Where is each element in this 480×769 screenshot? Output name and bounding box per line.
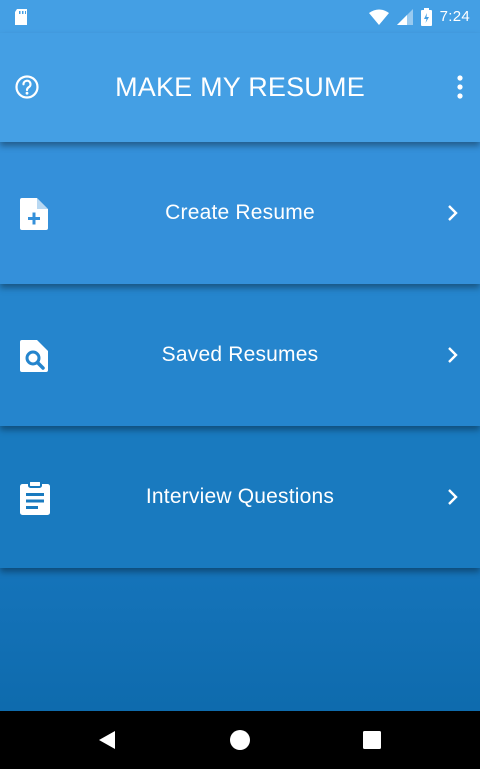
status-time: 7:24 xyxy=(439,8,470,25)
interview-questions-label: Interview Questions xyxy=(145,485,335,508)
saved-resumes-label: Saved Resumes xyxy=(161,343,319,366)
saved-resumes-item[interactable]: Saved Resumes xyxy=(0,284,480,426)
status-bar: 7:24 xyxy=(0,0,480,33)
main-menu: Create Resume Saved Resumes Interview Qu… xyxy=(0,142,480,568)
chevron-right-icon xyxy=(448,205,458,221)
chevron-right-icon xyxy=(448,489,458,505)
cell-signal-icon xyxy=(396,8,413,25)
back-icon[interactable] xyxy=(98,730,116,750)
chevron-right-icon xyxy=(448,347,458,363)
home-icon[interactable] xyxy=(229,729,251,751)
create-resume-label: Create Resume xyxy=(165,201,315,224)
search-document-icon xyxy=(20,340,48,372)
more-vert-icon[interactable] xyxy=(456,74,464,100)
add-document-icon xyxy=(20,198,48,230)
help-icon[interactable] xyxy=(14,74,40,100)
recents-icon[interactable] xyxy=(363,731,381,749)
system-nav-bar xyxy=(0,711,480,769)
wifi-icon xyxy=(368,9,389,25)
clipboard-icon xyxy=(20,480,50,515)
page-title: MAKE MY RESUME xyxy=(115,72,365,102)
battery-charging-icon xyxy=(420,7,432,26)
app-header: MAKE MY RESUME xyxy=(0,33,480,142)
sd-card-icon xyxy=(15,8,27,25)
create-resume-item[interactable]: Create Resume xyxy=(0,142,480,284)
interview-questions-item[interactable]: Interview Questions xyxy=(0,426,480,568)
app-screen: 7:24 MAKE MY RESUME Create Resume Saved … xyxy=(0,0,480,769)
